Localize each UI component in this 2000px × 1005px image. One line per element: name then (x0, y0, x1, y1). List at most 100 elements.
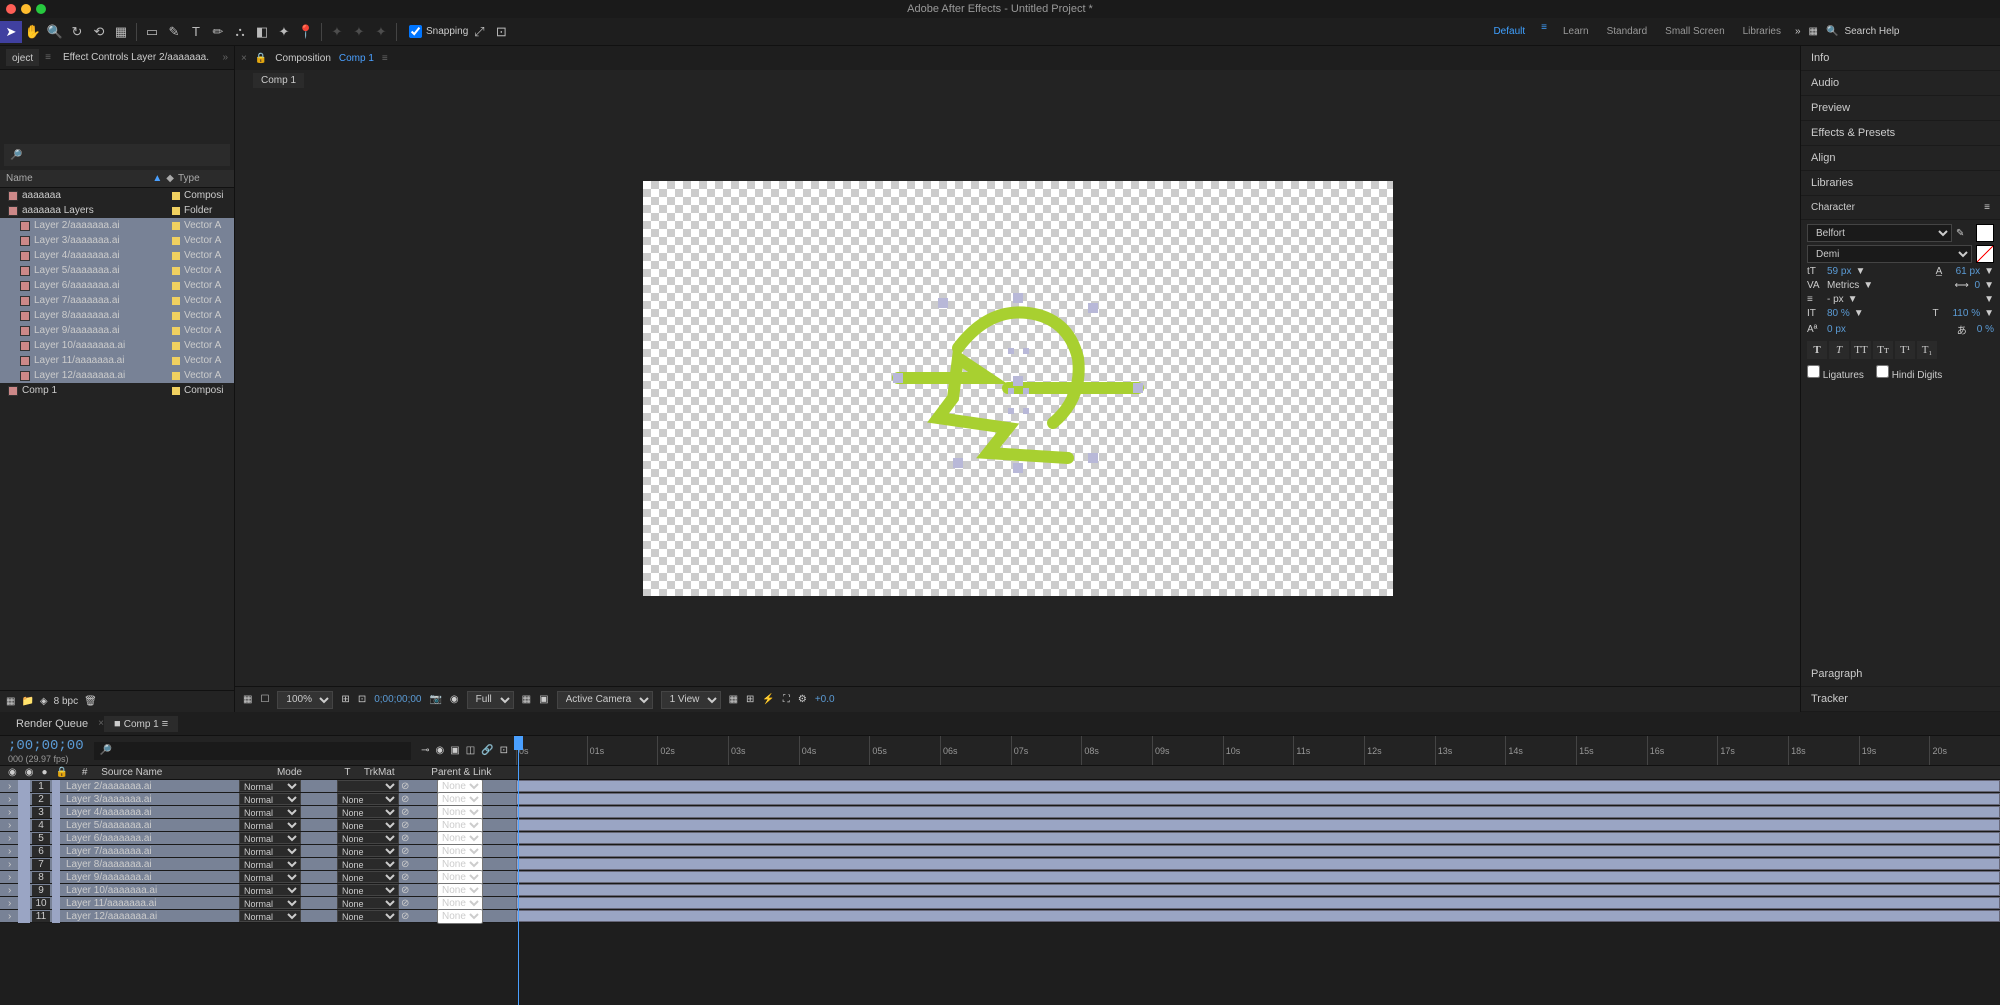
col-parent[interactable]: Parent & Link (431, 767, 508, 778)
folder-icon[interactable]: 📁 (21, 696, 33, 707)
composition-canvas[interactable] (643, 181, 1393, 596)
tracking[interactable]: 0 (1975, 280, 1981, 291)
trkmat-select[interactable]: None (337, 806, 399, 818)
project-item[interactable]: Layer 10/aaaaaaa.aiVector A (0, 338, 234, 353)
help-search[interactable]: 🔍 Search Help (1826, 26, 1976, 37)
trkmat-select[interactable]: None (337, 832, 399, 844)
mode-select[interactable]: Normal (239, 832, 301, 844)
stroke-width[interactable]: - px (1827, 294, 1844, 305)
tsume[interactable]: 0 % (1977, 324, 1994, 335)
res-icon[interactable]: ⊞ (341, 694, 349, 705)
eyedropper-icon[interactable]: ✎ (1956, 228, 1972, 239)
stroke-color[interactable] (1976, 245, 1994, 263)
clone-tool[interactable]: ⛬ (229, 21, 251, 43)
baseline[interactable]: 0 px (1827, 324, 1846, 335)
project-item[interactable]: aaaaaaaComposi (0, 188, 234, 203)
tl-icon-6[interactable]: ⊡ (500, 745, 508, 756)
mode-select[interactable]: Normal (239, 780, 301, 792)
trash-icon[interactable]: 🗑 (84, 696, 97, 707)
kerning[interactable]: Metrics (1827, 280, 1859, 291)
layer-duration-bar[interactable] (516, 884, 2000, 896)
roto-tool[interactable]: ✦ (273, 21, 295, 43)
snap-option-icon[interactable]: ⤢ (468, 21, 490, 43)
tracker-panel[interactable]: Tracker (1801, 687, 2000, 712)
workspace-standard[interactable]: Standard (1605, 22, 1650, 41)
project-item[interactable]: Layer 7/aaaaaaa.aiVector A (0, 293, 234, 308)
view-count-select[interactable]: 1 View (661, 691, 721, 709)
tl-icon-5[interactable]: 🔗 (481, 745, 493, 756)
vopt2-icon[interactable]: ⊞ (746, 694, 754, 705)
maximize-window-icon[interactable] (36, 4, 46, 14)
align-panel[interactable]: Align (1801, 146, 2000, 171)
trkmat-select[interactable]: None (337, 884, 399, 896)
timeline-layer-row[interactable]: › 3 Layer 4/aaaaaaa.ai Normal None ⊘ Non… (0, 806, 2000, 819)
rotation-tool[interactable]: ⟲ (88, 21, 110, 43)
render-queue-tab[interactable]: Render Queue (6, 716, 98, 732)
vopt4-icon[interactable]: ⛶ (783, 694, 790, 705)
view-icon[interactable]: ▣ (539, 694, 548, 705)
brush-tool[interactable]: ✏ (207, 21, 229, 43)
minimize-window-icon[interactable] (21, 4, 31, 14)
mode-select[interactable]: Normal (239, 845, 301, 857)
layer-duration-bar[interactable] (516, 897, 2000, 909)
mode-select[interactable]: Normal (239, 819, 301, 831)
close-window-icon[interactable] (6, 4, 16, 14)
layer-duration-bar[interactable] (516, 910, 2000, 922)
text-tool[interactable]: T (185, 21, 207, 43)
vscale[interactable]: 80 % (1827, 308, 1850, 319)
snapping-toggle[interactable]: Snapping (409, 25, 468, 38)
font-style-select[interactable]: Demi (1807, 245, 1972, 263)
camera-tool[interactable]: ▦ (110, 21, 132, 43)
tl-icon-4[interactable]: ◫ (466, 745, 475, 756)
trkmat-select[interactable] (337, 780, 399, 792)
project-item[interactable]: aaaaaaa LayersFolder (0, 203, 234, 218)
mode-select[interactable]: Normal (239, 910, 301, 922)
timeline-layer-row[interactable]: › 7 Layer 8/aaaaaaa.ai Normal None ⊘ Non… (0, 858, 2000, 871)
layer-duration-bar[interactable] (516, 793, 2000, 805)
project-item[interactable]: Comp 1Composi (0, 383, 234, 398)
italic-button[interactable]: T (1829, 341, 1849, 359)
timeline-layer-row[interactable]: › 9 Layer 10/aaaaaaa.ai Normal None ⊘ No… (0, 884, 2000, 897)
comp-subtab[interactable]: Comp 1 (253, 73, 304, 88)
timeline-layer-row[interactable]: › 1 Layer 2/aaaaaaa.ai Normal ⊘ None (0, 780, 2000, 793)
snapping-checkbox[interactable] (409, 25, 422, 38)
col-source-name[interactable]: Source Name (101, 767, 269, 778)
layer-duration-bar[interactable] (516, 871, 2000, 883)
puppet-tool[interactable]: 📍 (295, 21, 317, 43)
trkmat-select[interactable]: None (337, 819, 399, 831)
show-icon[interactable]: ◉ (450, 694, 459, 705)
project-item[interactable]: Layer 8/aaaaaaa.aiVector A (0, 308, 234, 323)
font-size[interactable]: 59 px (1827, 266, 1851, 277)
eraser-tool[interactable]: ◧ (251, 21, 273, 43)
col-name[interactable]: Name (6, 173, 152, 184)
timeline-layer-row[interactable]: › 5 Layer 6/aaaaaaa.ai Normal None ⊘ Non… (0, 832, 2000, 845)
character-panel-header[interactable]: Character≡ (1801, 196, 2000, 220)
workspace-libraries[interactable]: Libraries (1741, 22, 1783, 41)
timeline-layer-row[interactable]: › 10 Layer 11/aaaaaaa.ai Normal None ⊘ N… (0, 897, 2000, 910)
mode-select[interactable]: Normal (239, 871, 301, 883)
font-family-select[interactable]: Belfort (1807, 224, 1952, 242)
mag-icon[interactable]: ▦ (243, 694, 252, 705)
col-type[interactable]: Type (178, 173, 228, 184)
trkmat-select[interactable]: None (337, 897, 399, 909)
project-item[interactable]: Layer 6/aaaaaaa.aiVector A (0, 278, 234, 293)
timeline-search[interactable]: 🔎 (94, 742, 412, 760)
tl-icon-3[interactable]: ▣ (450, 745, 459, 756)
workspace-menu-icon[interactable]: ≡ (1541, 22, 1547, 41)
fill-color[interactable] (1976, 224, 1994, 242)
snapshot-icon[interactable]: 📷 (429, 694, 441, 705)
camera-select[interactable]: Active Camera (557, 691, 653, 709)
tl-icon-1[interactable]: ⊸ (421, 745, 429, 756)
trkmat-select[interactable]: None (337, 845, 399, 857)
vopt1-icon[interactable]: ▦ (729, 694, 738, 705)
smallcaps-button[interactable]: Tᴛ (1873, 341, 1893, 359)
time-ruler[interactable]: 0s01s02s03s04s05s06s07s08s09s10s11s12s13… (516, 736, 2000, 765)
channel-icon[interactable]: ☐ (260, 694, 269, 705)
allcaps-button[interactable]: TT (1851, 341, 1871, 359)
workspace-small-screen[interactable]: Small Screen (1663, 22, 1726, 41)
workspace-learn[interactable]: Learn (1561, 22, 1591, 41)
project-item[interactable]: Layer 5/aaaaaaa.aiVector A (0, 263, 234, 278)
hindi-check[interactable]: Hindi Digits (1876, 365, 1942, 381)
viewer-timecode[interactable]: 0;00;00;00 (374, 694, 421, 705)
trkmat-select[interactable]: None (337, 858, 399, 870)
